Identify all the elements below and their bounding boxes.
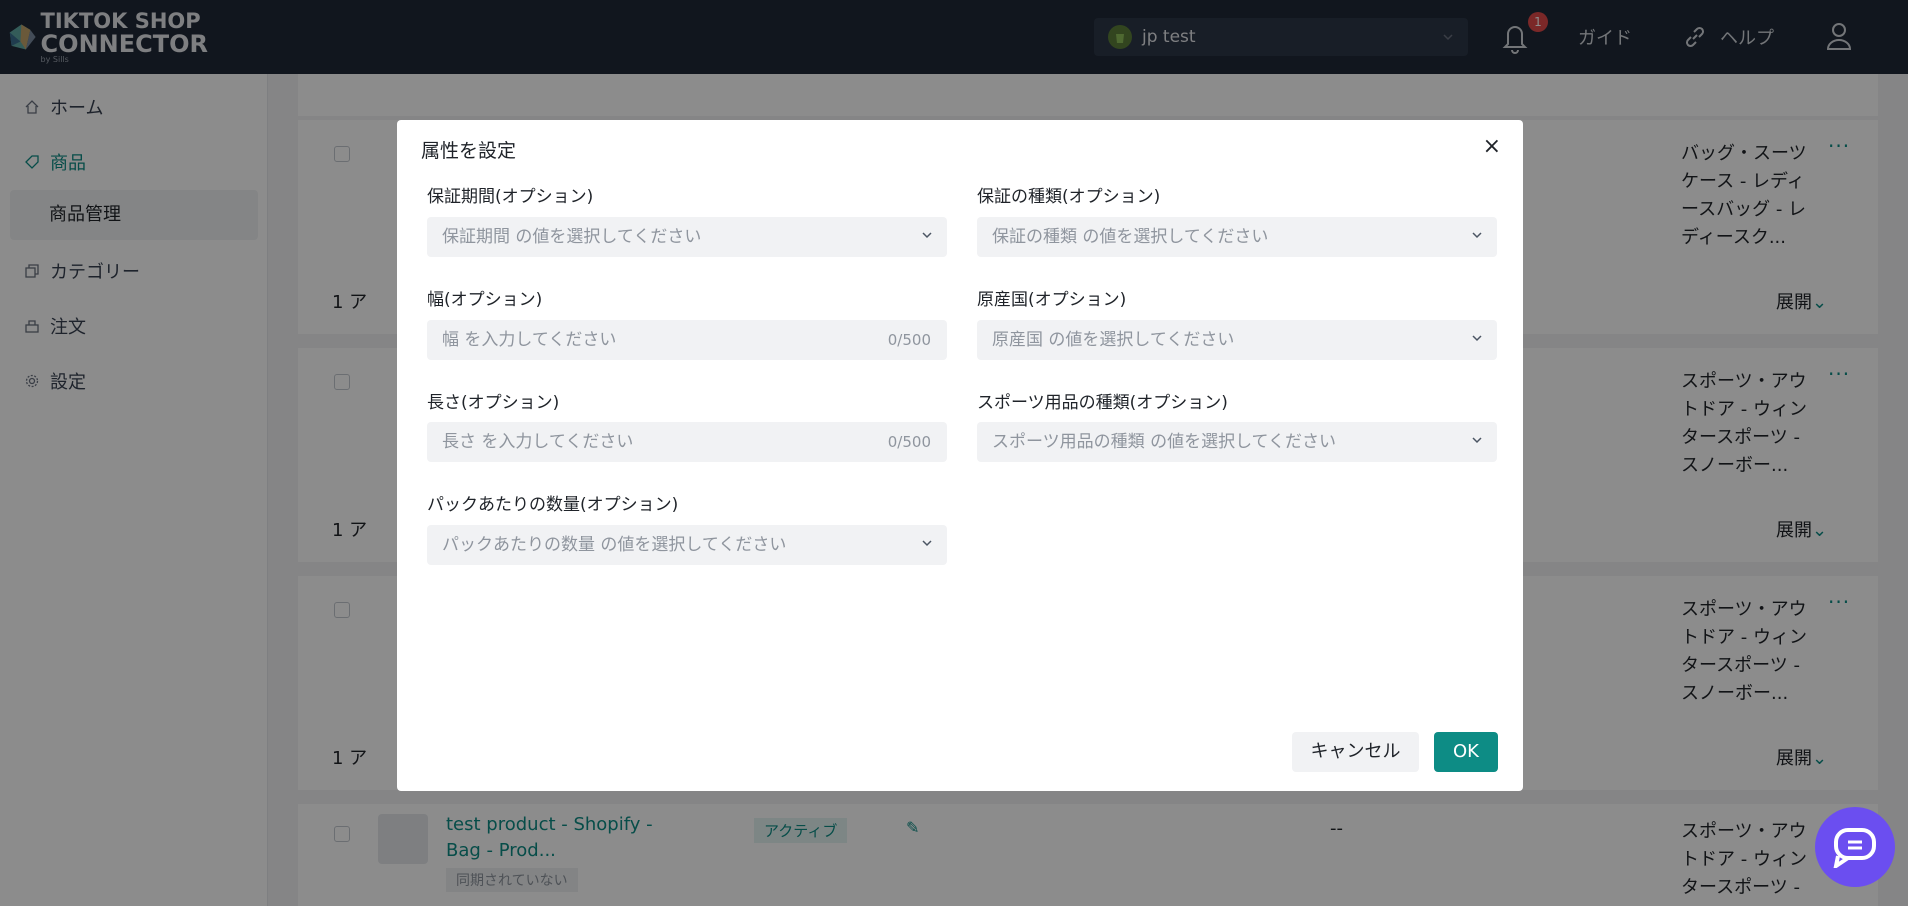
select-placeholder: パックあたりの数量 の値を選択してください — [442, 535, 787, 555]
width-label: 幅(オプション) — [427, 290, 543, 310]
chat-icon — [1833, 828, 1876, 868]
pack-quantity-label: パックあたりの数量(オプション) — [427, 495, 679, 515]
country-of-origin-select[interactable]: 原産国 の値を選択してください — [977, 320, 1497, 360]
select-placeholder: 保証期間 の値を選択してください — [442, 227, 702, 247]
chevron-down-icon — [1471, 422, 1483, 462]
warranty-period-select[interactable]: 保証期間 の値を選択してください — [427, 217, 947, 257]
char-count: 0/500 — [887, 433, 931, 451]
cancel-button[interactable]: キャンセル — [1292, 732, 1419, 772]
sporting-goods-type-select[interactable]: スポーツ用品の種類 の値を選択してください — [977, 422, 1497, 462]
country-of-origin-label: 原産国(オプション) — [977, 290, 1127, 310]
warranty-type-select[interactable]: 保証の種類 の値を選択してください — [977, 217, 1497, 257]
char-count: 0/500 — [887, 331, 931, 349]
length-input[interactable]: 長さ を入力してください 0/500 — [427, 422, 947, 462]
chat-support-button[interactable] — [1815, 807, 1895, 887]
chevron-down-icon — [921, 525, 933, 565]
warranty-type-label: 保証の種類(オプション) — [977, 187, 1161, 207]
chevron-down-icon — [921, 217, 933, 257]
attributes-modal: 属性を設定 × 保証期間(オプション) 保証期間 の値を選択してください 保証の… — [397, 120, 1523, 791]
pack-quantity-select[interactable]: パックあたりの数量 の値を選択してください — [427, 525, 947, 565]
chevron-down-icon — [1471, 217, 1483, 257]
input-placeholder: 長さ を入力してください — [442, 432, 634, 452]
close-icon[interactable]: × — [1483, 134, 1501, 159]
sporting-goods-type-label: スポーツ用品の種類(オプション) — [977, 393, 1228, 413]
input-placeholder: 幅 を入力してください — [442, 330, 617, 350]
ok-button[interactable]: OK — [1434, 732, 1498, 772]
width-input[interactable]: 幅 を入力してください 0/500 — [427, 320, 947, 360]
warranty-period-label: 保証期間(オプション) — [427, 187, 594, 207]
select-placeholder: 保証の種類 の値を選択してください — [992, 227, 1269, 247]
select-placeholder: スポーツ用品の種類 の値を選択してください — [992, 432, 1337, 452]
length-label: 長さ(オプション) — [427, 393, 560, 413]
select-placeholder: 原産国 の値を選択してください — [992, 330, 1235, 350]
chevron-down-icon — [1471, 320, 1483, 360]
modal-title: 属性を設定 — [421, 140, 517, 162]
